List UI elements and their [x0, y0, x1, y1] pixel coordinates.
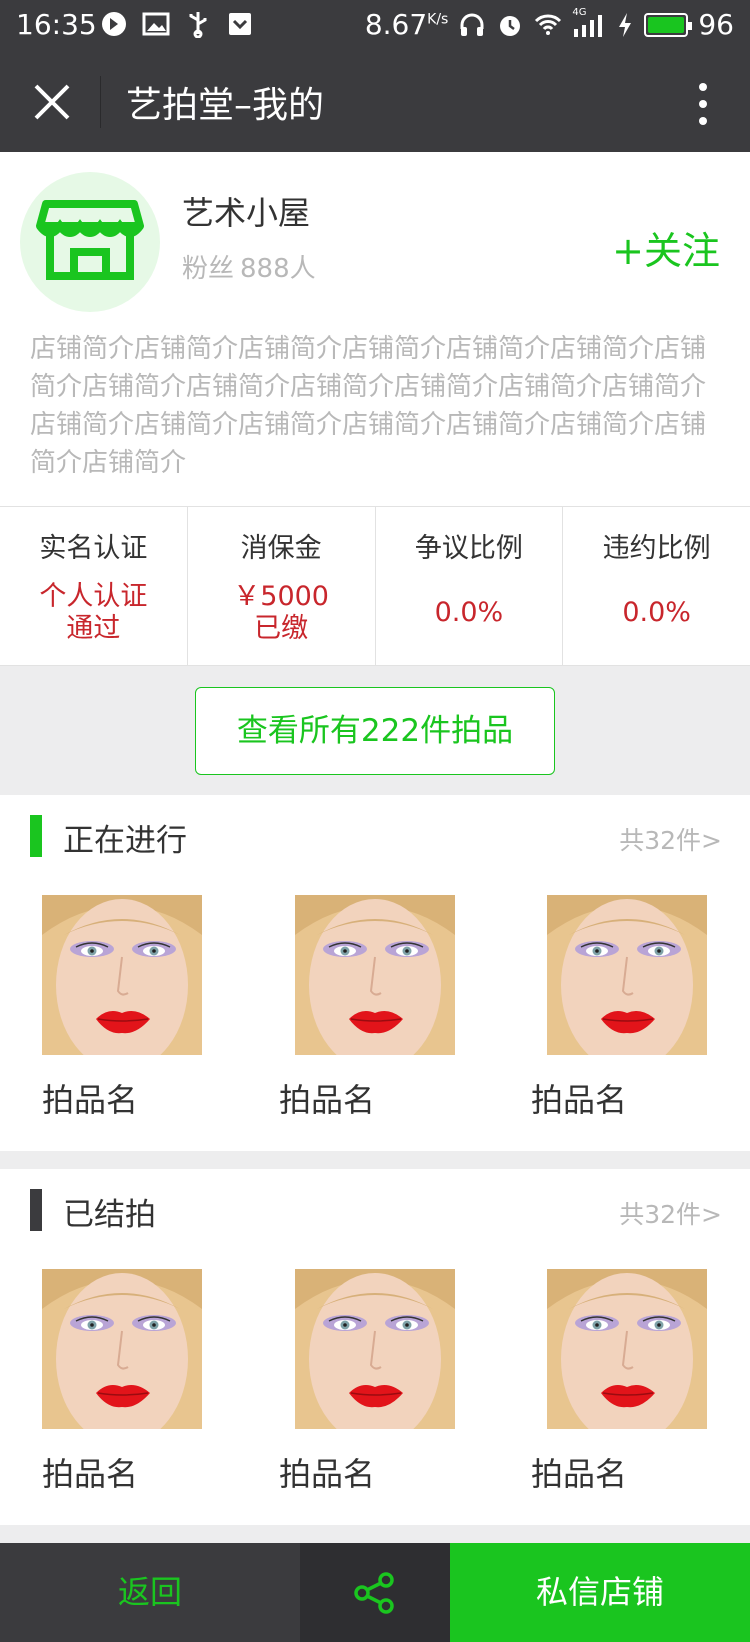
network-speed: 8.67K/s — [364, 8, 449, 41]
section-finished: 已结拍 共32件> 拍品名 拍品名 拍品名 — [0, 1169, 750, 1525]
section-more-link[interactable]: 共32件> — [619, 1195, 722, 1231]
battery-icon — [644, 12, 693, 37]
item-name: 拍品名 — [42, 1455, 139, 1493]
bottom-action-bar: 返回 私信店铺 — [0, 1543, 750, 1642]
close-icon[interactable] — [28, 78, 76, 126]
status-time: 16:35 — [16, 8, 97, 41]
portrait-image — [42, 895, 202, 1055]
status-system-icons: 8.67K/s 4G 96 — [364, 7, 734, 42]
section-marker — [30, 1189, 42, 1231]
download-notification-icon — [229, 13, 251, 35]
charging-icon — [619, 12, 632, 37]
section-title: 正在进行 — [63, 823, 187, 859]
item-thumbnail — [42, 1269, 202, 1429]
wifi-icon — [535, 14, 562, 35]
auction-item[interactable]: 拍品名 — [279, 895, 455, 1121]
stat-label: 违约比例 — [602, 533, 711, 564]
headphones-icon — [460, 13, 484, 36]
auction-item[interactable]: 拍品名 — [531, 895, 707, 1121]
stat-label: 消保金 — [240, 533, 322, 564]
item-name: 拍品名 — [531, 1455, 628, 1493]
portrait-image — [295, 1269, 455, 1429]
stat-label: 争议比例 — [414, 533, 523, 564]
item-thumbnail — [547, 1269, 707, 1429]
more-menu-icon[interactable] — [696, 82, 710, 126]
follow-button[interactable]: +关注 — [612, 220, 720, 275]
stat-dispute-rate: 争议比例 0.0% — [376, 507, 564, 665]
item-name: 拍品名 — [279, 1081, 376, 1119]
stat-value: 0.0% — [434, 597, 504, 628]
portrait-image — [295, 895, 455, 1055]
shop-avatar — [20, 172, 160, 312]
item-name: 拍品名 — [279, 1455, 376, 1493]
item-thumbnail — [547, 895, 707, 1055]
item-name: 拍品名 — [42, 1081, 139, 1119]
auction-item[interactable]: 拍品名 — [279, 1269, 455, 1495]
shop-stats: 实名认证 个人认证 通过 消保金 ￥5000 已缴 争议比例 0.0% 违约比例… — [0, 506, 750, 666]
back-button[interactable]: 返回 — [0, 1543, 300, 1642]
section-title: 已结拍 — [63, 1197, 156, 1233]
item-thumbnail — [295, 895, 455, 1055]
share-button[interactable] — [300, 1543, 450, 1642]
portrait-image — [42, 1269, 202, 1429]
app-notification-icon — [102, 12, 126, 36]
stat-label: 实名认证 — [39, 533, 148, 564]
page-title: 艺拍堂–我的 — [126, 85, 325, 126]
view-all-items-button[interactable]: 查看所有222件拍品 — [195, 687, 555, 775]
stat-value: 0.0% — [622, 597, 691, 628]
shop-name: 艺术小屋 — [182, 194, 311, 232]
item-name: 拍品名 — [531, 1081, 628, 1119]
shop-profile: 艺术小屋 粉丝 888人 +关注 店铺简介店铺简介店铺简介店铺简介店铺简介店铺简介… — [0, 152, 750, 506]
network-type: 4G — [572, 6, 587, 18]
stat-deposit: 消保金 ￥5000 已缴 — [188, 507, 376, 665]
image-notification-icon — [142, 12, 170, 36]
network-speed-unit: K/s — [427, 11, 449, 28]
auction-item[interactable]: 拍品名 — [42, 895, 202, 1121]
stat-default-rate: 违约比例 0.0% — [563, 507, 750, 665]
store-icon — [36, 200, 144, 280]
portrait-image — [547, 895, 707, 1055]
share-icon — [354, 1571, 394, 1614]
item-thumbnail — [295, 1269, 455, 1429]
auction-item[interactable]: 拍品名 — [42, 1269, 202, 1495]
section-more-link[interactable]: 共32件> — [619, 821, 722, 857]
fans-label: 粉丝 — [182, 254, 235, 284]
title-bar: 艺拍堂–我的 — [0, 52, 750, 152]
shop-intro: 店铺简介店铺简介店铺简介店铺简介店铺简介店铺简介店铺简介店铺简介店铺简介店铺简介… — [30, 334, 707, 478]
alarm-icon — [500, 15, 521, 36]
stat-value: ￥5000 已缴 — [233, 581, 329, 644]
stat-verification: 实名认证 个人认证 通过 — [0, 507, 188, 665]
section-marker — [30, 815, 42, 857]
battery-level: 96 — [698, 8, 734, 41]
portrait-image — [547, 1269, 707, 1429]
item-thumbnail — [42, 895, 202, 1055]
title-divider — [100, 76, 101, 128]
auction-item[interactable]: 拍品名 — [531, 1269, 707, 1495]
fans-count: 粉丝 888人 — [182, 248, 316, 285]
status-bar: 16:35 8.67K/s 4G 96 — [0, 0, 750, 52]
message-shop-button[interactable]: 私信店铺 — [450, 1543, 750, 1642]
stat-value: 个人认证 通过 — [39, 581, 148, 644]
status-notification-icons — [100, 10, 254, 38]
section-ongoing: 正在进行 共32件> 拍品名 拍品名 拍品名 — [0, 795, 750, 1151]
signal-icon: 4G — [572, 7, 606, 39]
fans-number: 888人 — [240, 254, 316, 284]
usb-icon — [189, 12, 207, 38]
